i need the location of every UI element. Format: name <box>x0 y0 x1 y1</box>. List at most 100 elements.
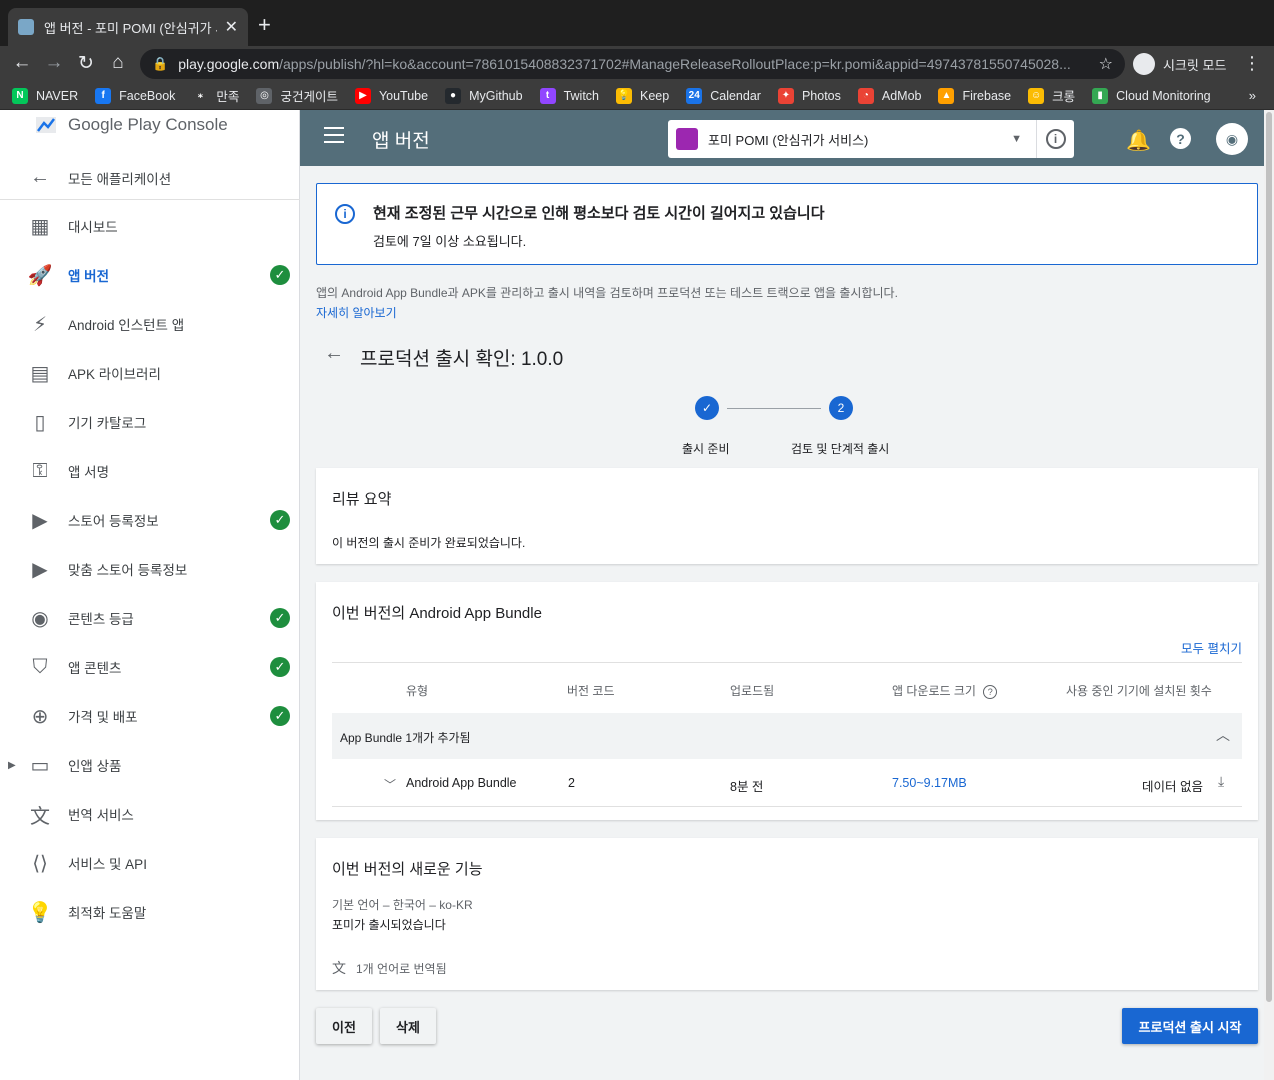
bundle-group-row[interactable]: App Bundle 1개가 추가됨 ︿ <box>332 713 1242 759</box>
sidebar-item-rocket[interactable]: 🚀 앱 버전 ✓ <box>0 253 300 297</box>
hamburger-menu-icon[interactable] <box>324 127 344 143</box>
whats-new-language: 기본 언어 – 한국어 – ko-KR <box>332 898 473 912</box>
play-console-favicon-icon <box>18 19 34 35</box>
bundle-uploaded: 8분 전 <box>730 780 764 794</box>
download-icon[interactable]: ⤓ <box>1218 773 1224 790</box>
sidebar-item-label: Android 인스턴트 앱 <box>68 318 185 333</box>
step-1-label: 출시 준비 <box>682 442 730 456</box>
all-applications-link[interactable]: ← 모든 애플리케이션 <box>0 156 300 200</box>
sidebar-item-library[interactable]: ▤ APK 라이브러리 <box>0 351 300 395</box>
dropdown-arrow-icon[interactable]: ▼ <box>1011 133 1022 145</box>
notifications-bell-icon[interactable]: 🔔 <box>1126 128 1151 153</box>
sidebar-item-label: 스토어 등록정보 <box>68 514 159 529</box>
photos-icon: ✦ <box>777 87 794 104</box>
sidebar-item-device-catalog[interactable]: ▯ 기기 카탈로그 <box>0 400 300 444</box>
help-circle-icon[interactable]: ? <box>983 684 998 699</box>
translated-count: 1개 언어로 번역됨 <box>356 962 447 976</box>
banner-body: 검토에 7일 이상 소요됩니다. <box>373 234 527 249</box>
bookmark-gate[interactable]: ◎ 궁건게이트 <box>256 86 338 105</box>
translate-icon: 文 <box>332 960 346 976</box>
bookmark-photos[interactable]: ✦ Photos <box>777 87 841 104</box>
review-delay-banner: i 현재 조정된 근무 시간으로 인해 평소보다 검토 시간이 길어지고 있습니… <box>316 183 1258 265</box>
custom-listing-icon: ▶ <box>32 558 48 581</box>
previous-button[interactable]: 이전 <box>316 1008 372 1044</box>
close-tab-icon[interactable]: ✕ <box>225 17 238 37</box>
bookmark-calendar[interactable]: 24 Calendar <box>686 87 761 104</box>
sidebar-item-label: 대시보드 <box>68 220 118 235</box>
bookmark-youtube[interactable]: ▶ YouTube <box>354 87 429 104</box>
bookmarks-overflow-icon[interactable]: » <box>1249 88 1256 103</box>
bundle-table: 유형 버전 코드 업로드됨 앱 다운로드 크기 ? 사용 중인 기기에 설치된 … <box>332 662 1242 807</box>
reload-icon[interactable]: ↻ <box>74 52 98 75</box>
bookmark-facebook[interactable]: f FaceBook <box>95 87 175 104</box>
sidebar-item-dashboard[interactable]: ▦ 대시보드 <box>0 204 300 248</box>
incognito-indicator[interactable]: 시크릿 모드 <box>1133 51 1226 77</box>
bookmark-label: Firebase <box>962 88 1012 103</box>
bookmark-naver[interactable]: N NAVER <box>12 87 79 104</box>
home-icon[interactable]: ⌂ <box>106 52 130 74</box>
forward-arrow-icon[interactable]: → <box>42 52 66 74</box>
app-selector[interactable]: 포미 POMI (안심귀가 서비스) ▼ i <box>668 120 1074 158</box>
page-back-arrow-icon[interactable]: ← <box>324 342 344 365</box>
chevron-up-icon[interactable]: ︿ <box>1216 725 1230 745</box>
review-summary-card: 리뷰 요약 이 버전의 출시 준비가 완료되었습니다. <box>316 468 1258 564</box>
bundle-installs: 데이터 없음 <box>1142 780 1203 794</box>
app-info-button[interactable]: i <box>1036 120 1074 158</box>
back-arrow-icon[interactable]: ← <box>10 52 34 74</box>
bookmark-keep[interactable]: 💡 Keep <box>616 87 669 104</box>
bookmark-admob[interactable]: ◔ AdMob <box>857 87 922 104</box>
twitch-icon: t <box>539 87 556 104</box>
sidebar-item-content-rating[interactable]: ◉ 콘텐츠 등급 ✓ <box>0 596 300 640</box>
delete-button[interactable]: 삭제 <box>380 1008 436 1044</box>
sidebar-item-translate[interactable]: 文 번역 서비스 <box>0 792 300 836</box>
new-tab-icon[interactable]: + <box>258 12 271 38</box>
browser-tab[interactable]: 앱 버전 - 포미 POMI (안심귀가 서비스 ✕ <box>8 8 248 46</box>
bookmark-twitch[interactable]: t Twitch <box>539 87 599 104</box>
bookmark-label: 만족 <box>216 90 240 104</box>
bookmark-firebase[interactable]: ▲ Firebase <box>938 87 1012 104</box>
gate-icon: ◎ <box>256 87 273 104</box>
bookmarks-bar: N NAVER f FaceBook ⁎ 만족 ◎ 궁건게이트 ▶ YouTube ● MyGithu… <box>0 82 1274 110</box>
browser-menu-icon[interactable]: ⋮ <box>1243 53 1261 74</box>
bookmark-github[interactable]: ● MyGithub <box>445 87 523 104</box>
bookmark-crong[interactable]: ☺ 크롱 <box>1028 86 1075 105</box>
sidebar-item-credit-card[interactable]: ▶ ▭ 인앱 상품 <box>0 743 300 787</box>
sidebar-item-lightbulb[interactable]: 💡 최적화 도움말 <box>0 890 300 934</box>
page-scrollbar[interactable] <box>1264 110 1274 1080</box>
bookmark-label: YouTube <box>378 88 429 103</box>
sidebar-item-custom-listing[interactable]: ▶ 맞춤 스토어 등록정보 <box>0 547 300 591</box>
sidebar-item-key[interactable]: ⚿ 앱 서명 <box>0 449 300 493</box>
bookmark-label: NAVER <box>36 88 79 103</box>
expand-all-link[interactable]: 모두 펼치기 <box>1181 638 1242 657</box>
bookmark-label: AdMob <box>881 88 922 103</box>
play-console-logo[interactable]: Google Play Console <box>34 110 228 140</box>
address-bar[interactable]: 🔒 play.google.com /apps/publish/?hl=ko&a… <box>140 49 1125 79</box>
scrollbar-thumb[interactable] <box>1266 112 1272 1002</box>
bookmark-star-icon[interactable]: ☆ <box>1099 54 1113 74</box>
sidebar-item-globe[interactable]: ⊕ 가격 및 배포 ✓ <box>0 694 300 738</box>
bookmark-monitoring[interactable]: ▮ Cloud Monitoring <box>1092 87 1211 104</box>
sidebar-item-label: 콘텐츠 등급 <box>68 612 134 627</box>
start-production-rollout-button[interactable]: 프로덕션 출시 시작 <box>1122 1008 1258 1044</box>
learn-more-link[interactable]: 자세히 알아보기 <box>316 304 397 321</box>
sidebar-item-label: 인앱 상품 <box>68 759 122 774</box>
sidebar-item-bolt[interactable]: ⚡ Android 인스턴트 앱 <box>0 302 300 346</box>
chevron-down-icon[interactable]: ﹀ <box>384 776 396 793</box>
sidebar-item-store-listing[interactable]: ▶ 스토어 등록정보 ✓ <box>0 498 300 542</box>
github-icon: ● <box>445 87 462 104</box>
help-icon[interactable]: ? <box>1170 128 1191 149</box>
whats-new-text: 포미가 출시되었습니다 <box>332 918 446 932</box>
sidebar-item-api[interactable]: ⟨⟩ 서비스 및 API <box>0 841 300 885</box>
account-avatar[interactable]: ◉ <box>1216 123 1248 155</box>
download-size-header-label: 앱 다운로드 크기 <box>892 684 976 698</box>
page-title: 프로덕션 출시 확인: 1.0.0 <box>360 349 564 370</box>
bundle-download-size-link[interactable]: 7.50~9.17MB <box>892 776 967 790</box>
sidebar-item-label: APK 라이브러리 <box>68 367 161 382</box>
stepper-connector <box>727 408 821 409</box>
table-row[interactable]: ﹀ Android App Bundle 2 8분 전 7.50~9.17MB … <box>332 759 1242 807</box>
back-arrow-icon: ← <box>30 166 50 188</box>
bookmark-manjok[interactable]: ⁎ 만족 <box>192 86 239 105</box>
bookmark-label: MyGithub <box>469 88 523 103</box>
sidebar-item-shield[interactable]: ⛉ 앱 콘텐츠 ✓ <box>0 645 300 689</box>
expand-caret-icon[interactable]: ▶ <box>8 760 16 771</box>
